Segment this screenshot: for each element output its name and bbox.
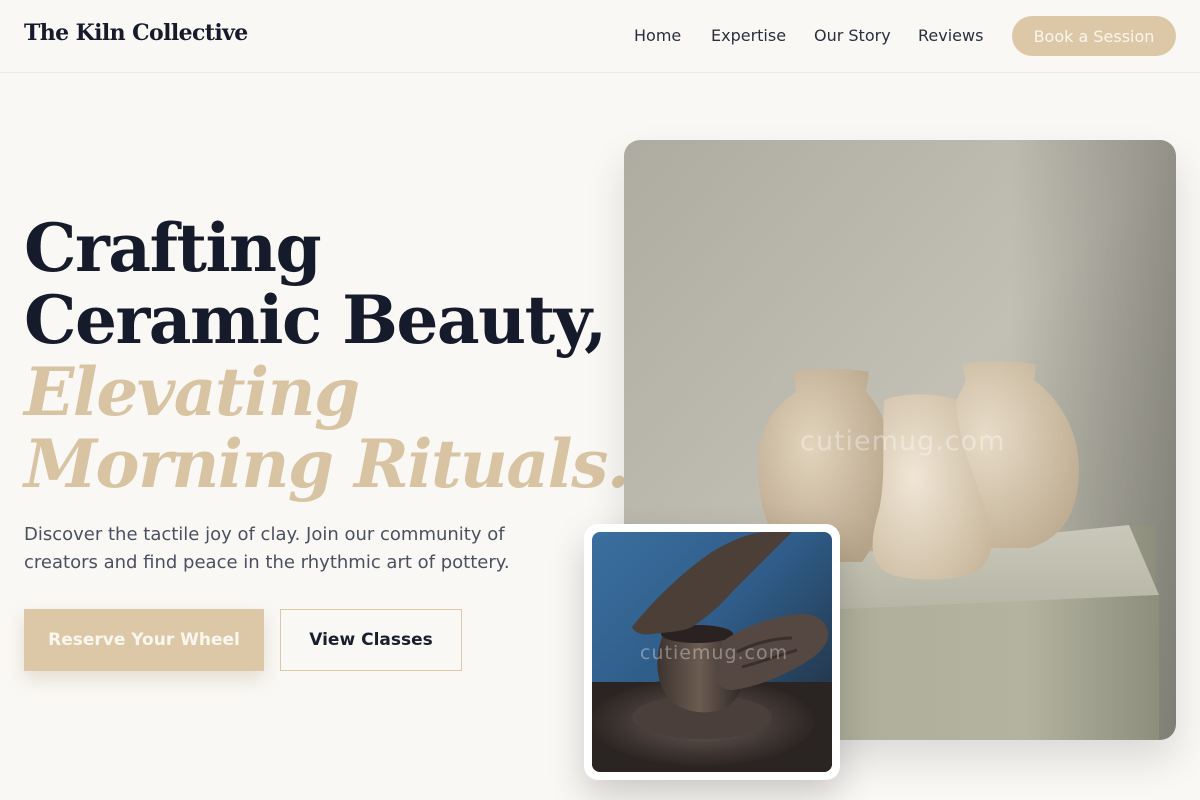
reserve-wheel-button[interactable]: Reserve Your Wheel: [24, 609, 264, 671]
main-watermark: cutiemug.com: [800, 426, 1006, 457]
view-classes-button[interactable]: View Classes: [280, 609, 462, 671]
headline-line-1: Crafting: [24, 209, 322, 287]
brand-logo[interactable]: The Kiln Collective: [24, 20, 248, 46]
nav-our-story[interactable]: Our Story: [814, 26, 891, 45]
wheel-throwing-photo: cutiemug.com: [592, 532, 832, 772]
hero-description: Discover the tactile joy of clay. Join o…: [24, 524, 510, 573]
hero-headline: Crafting Ceramic Beauty, Elevating Morni…: [24, 209, 630, 503]
headline-line-3: Elevating: [24, 353, 360, 431]
headline-line-2: Ceramic Beauty,: [24, 281, 607, 359]
site-header: The Kiln Collective Home Expertise Our S…: [0, 0, 1200, 73]
book-session-button[interactable]: Book a Session: [1012, 16, 1176, 56]
nav-expertise[interactable]: Expertise: [711, 26, 786, 45]
nav-reviews[interactable]: Reviews: [918, 26, 983, 45]
headline-line-4: Morning Rituals.: [24, 425, 630, 503]
inset-watermark: cutiemug.com: [640, 642, 789, 664]
nav-home[interactable]: Home: [634, 26, 681, 45]
inset-photo-card: cutiemug.com: [584, 524, 840, 780]
